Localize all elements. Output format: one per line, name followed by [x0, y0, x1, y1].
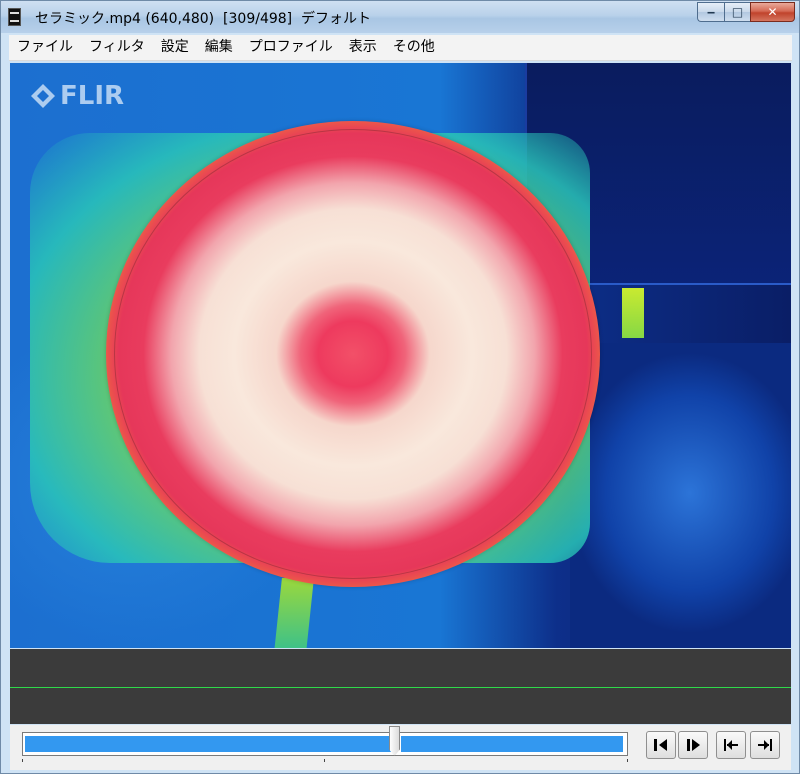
maximize-button[interactable]: □ [724, 2, 750, 22]
timeline-panel[interactable] [10, 649, 791, 724]
seek-ticks [22, 759, 628, 763]
seek-fill-right [401, 736, 623, 752]
menu-filter[interactable]: フィルタ [81, 35, 153, 60]
seek-tick [324, 759, 325, 762]
minimize-icon: ‒ [706, 5, 716, 19]
go-to-end-button[interactable] [750, 731, 780, 759]
app-window: セラミック.mp4 (640,480) [309/498] デフォルト ‒ □ … [0, 0, 800, 774]
prev-frame-icon [654, 739, 667, 751]
seek-bar[interactable] [22, 732, 628, 756]
window-title: セラミック.mp4 (640,480) [309/498] デフォルト [35, 11, 372, 27]
go-to-start-icon [724, 739, 738, 751]
next-frame-button[interactable] [678, 731, 708, 759]
flir-logo-icon [30, 83, 56, 109]
menu-edit[interactable]: 編集 [197, 35, 241, 60]
menu-settings[interactable]: 設定 [153, 35, 197, 60]
app-film-icon[interactable] [8, 8, 21, 26]
maximize-icon: □ [731, 5, 744, 19]
menu-file[interactable]: ファイル [9, 35, 81, 60]
seek-tick [22, 759, 23, 762]
window-controls: ‒ □ ✕ [697, 2, 795, 22]
seek-tick [627, 759, 628, 762]
menu-bar: ファイル フィルタ 設定 編集 プロファイル 表示 その他 [9, 35, 792, 61]
thermal-cloth-region [570, 343, 791, 648]
title-bar[interactable]: セラミック.mp4 (640,480) [309/498] デフォルト ‒ □ … [1, 1, 799, 33]
thermal-disc-edge [114, 129, 592, 579]
menu-profile[interactable]: プロファイル [241, 35, 341, 60]
flir-logo-text: FLIR [60, 81, 125, 111]
timeline-marker-line [10, 687, 791, 688]
go-to-start-button[interactable] [716, 731, 746, 759]
minimize-button[interactable]: ‒ [697, 2, 724, 22]
prev-frame-button[interactable] [646, 731, 676, 759]
menu-other[interactable]: その他 [385, 35, 443, 60]
thermal-stand-right [622, 288, 644, 338]
flir-logo: FLIR [30, 83, 124, 109]
playback-controls [10, 725, 791, 770]
go-to-end-icon [758, 739, 772, 751]
close-icon: ✕ [767, 5, 778, 19]
video-preview[interactable]: FLIR [10, 63, 791, 648]
next-frame-icon [687, 739, 700, 751]
seek-fill-left [25, 736, 391, 752]
close-button[interactable]: ✕ [750, 2, 795, 22]
menu-view[interactable]: 表示 [341, 35, 385, 60]
